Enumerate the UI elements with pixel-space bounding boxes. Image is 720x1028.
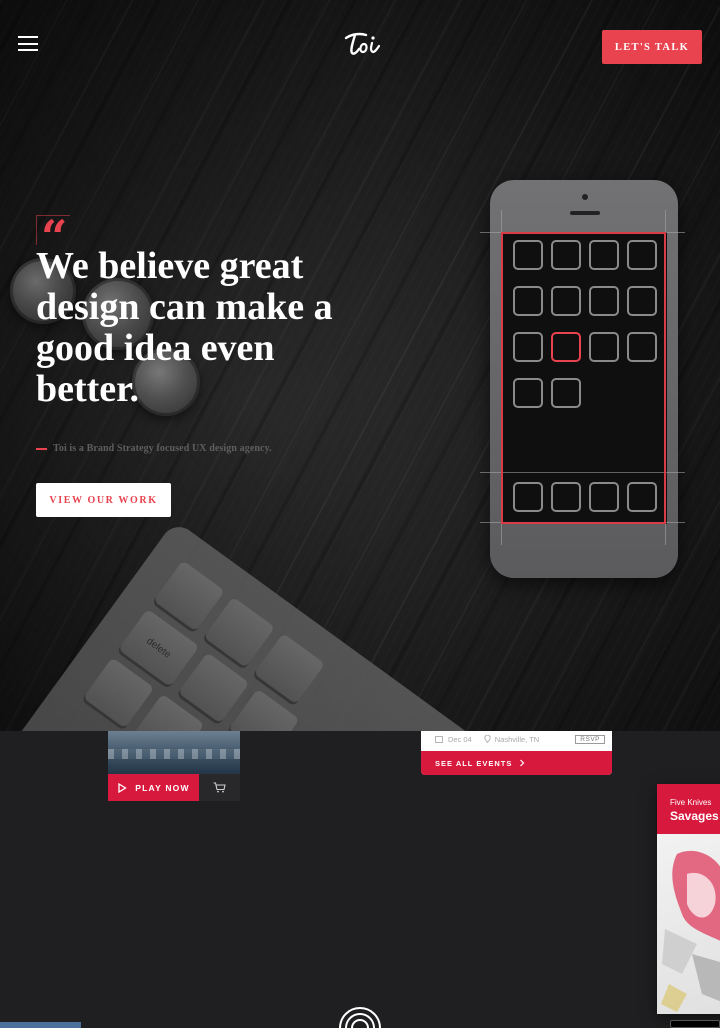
location-pin-icon: [484, 735, 491, 743]
game-card: PLAY NOW: [108, 731, 240, 801]
app-icon-outline: [513, 240, 543, 270]
app-icon-outline: [589, 286, 619, 316]
app-icon-outline: [589, 332, 619, 362]
speaker-slot: [570, 211, 600, 215]
cart-button[interactable]: [199, 774, 240, 801]
event-card: Dec 04 Nashville, TN RSVP SEE ALL EVENTS: [421, 731, 612, 775]
app-icon-outline: [551, 378, 581, 408]
camera-dot: [582, 194, 588, 200]
app-icon-outline: [627, 240, 657, 270]
dock-icon-outline: [551, 482, 581, 512]
dash-accent: [36, 447, 47, 450]
event-row: Dec 04 Nashville, TN RSVP: [435, 731, 605, 747]
game-thumbnail: [108, 731, 240, 774]
play-now-button[interactable]: PLAY NOW: [108, 774, 199, 801]
play-triangle-icon: [118, 782, 127, 793]
view-our-work-button[interactable]: VIEW OUR WORK: [36, 483, 171, 517]
chevron-right-icon: [520, 759, 525, 767]
quote-icon: “: [36, 214, 70, 260]
toi-logo[interactable]: [342, 28, 382, 60]
tagline-text: Toi is a Brand Strategy focused UX desig…: [53, 443, 272, 454]
app-icon-outline: [513, 286, 543, 316]
shopping-cart-icon: [213, 782, 226, 793]
dock-icon-outline: [627, 482, 657, 512]
app-icon-outline: [589, 240, 619, 270]
dock-icon-outline: [513, 482, 543, 512]
footer-logo-icon: [339, 1007, 381, 1028]
event-date: Dec 04: [448, 734, 472, 744]
event-location: Nashville, TN: [494, 734, 540, 744]
album-title: Savages: [670, 809, 719, 823]
calendar-icon: [435, 736, 443, 743]
album-artwork: [657, 834, 720, 1014]
app-icon-outline: [627, 332, 657, 362]
hero-section: delete LET'S TALK “ We believe great des…: [0, 0, 720, 731]
app-icon-outline: [551, 240, 581, 270]
app-icon-outline: [513, 332, 543, 362]
dock-icon-outline: [589, 482, 619, 512]
see-all-events-button[interactable]: SEE ALL EVENTS: [421, 751, 612, 775]
app-icon-outline: [627, 286, 657, 316]
app-store-badge[interactable]: [670, 1020, 720, 1028]
app-icon-outline: [513, 378, 543, 408]
rsvp-button[interactable]: RSVP: [575, 734, 605, 744]
album-header: Five Knives Savages: [657, 784, 720, 834]
album-card[interactable]: Five Knives Savages: [657, 784, 720, 1014]
app-icon-outline: [551, 286, 581, 316]
app-icon-highlighted: [551, 332, 581, 362]
hero-headline: We believe great design can make a good …: [36, 245, 333, 410]
album-artist: Five Knives: [670, 798, 712, 807]
hamburger-menu-icon[interactable]: [18, 36, 38, 51]
hero-tagline: Toi is a Brand Strategy focused UX desig…: [36, 443, 272, 454]
preview-card-edge: [0, 1022, 81, 1028]
lets-talk-button[interactable]: LET'S TALK: [602, 30, 702, 64]
